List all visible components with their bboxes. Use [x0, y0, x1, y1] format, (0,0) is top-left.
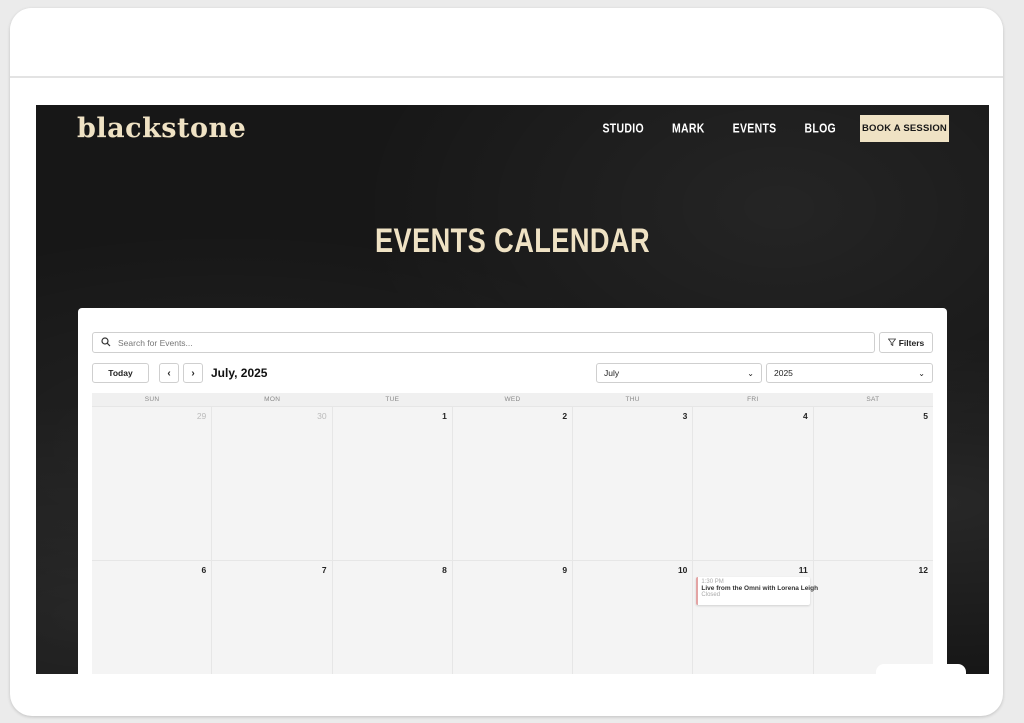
day-cell[interactable]: 10 [573, 560, 694, 674]
current-month-label: July, 2025 [211, 366, 268, 380]
nav-events[interactable]: EVENTS [733, 121, 777, 135]
weekday-mon: MON [264, 396, 281, 403]
year-select[interactable]: 2025 ⌄ [766, 363, 933, 383]
chevron-down-icon: ⌄ [918, 368, 925, 378]
day-number: 11 [798, 565, 808, 575]
day-number: 29 [196, 411, 207, 421]
day-number: 12 [918, 565, 928, 575]
weekday-header: SUN MON TUE WED THU FRI SAT [92, 393, 933, 406]
event-status: Closed [701, 592, 721, 598]
day-number: 9 [562, 565, 568, 575]
day-cell[interactable]: 8 [332, 560, 453, 674]
prev-month-button[interactable]: ‹ [159, 363, 179, 383]
nav-studio[interactable]: STUDIO [602, 121, 643, 135]
page-title: EVENTS CALENDAR [375, 222, 650, 260]
day-number: 3 [682, 411, 688, 421]
calendar-panel: Search for Events... Filters Today ‹ › J… [78, 308, 947, 674]
day-number: 2 [562, 411, 568, 421]
weekday-thu: THU [625, 396, 640, 403]
day-cell[interactable]: 11 1:30 PM Live from the Omni with Loren… [693, 560, 819, 674]
day-number: 8 [442, 565, 447, 575]
website: blackstone STUDIO MARK EVENTS BLOG BOOK … [36, 105, 989, 674]
day-number: 4 [802, 411, 808, 421]
year-select-value: 2025 [774, 368, 793, 378]
search-input[interactable]: Search for Events... [92, 332, 875, 353]
month-select-value: July [604, 368, 620, 378]
day-number: 7 [321, 565, 327, 575]
site-logo[interactable]: blackstone [77, 113, 246, 144]
calendar-week: 29 30 1 2 3 4 5 [92, 406, 933, 560]
search-placeholder: Search for Events... [118, 337, 193, 348]
frame-topbar [10, 8, 1003, 78]
main-nav: STUDIO MARK EVENTS BLOG BOOK A SESSION [574, 115, 949, 142]
event-title: Live from the Omni with Lorena Leigh [701, 585, 819, 592]
day-cell[interactable]: 5 [813, 406, 933, 560]
today-button[interactable]: Today [92, 363, 149, 383]
calendar-week: 6 7 8 9 10 11 1:30 PM Live from the Omni… [92, 560, 933, 674]
weekday-fri: FRI [747, 396, 759, 403]
day-number: 30 [317, 411, 327, 421]
weekday-wed: WED [504, 396, 521, 403]
book-session-button[interactable]: BOOK A SESSION [860, 115, 949, 142]
day-number: 10 [677, 565, 688, 575]
filter-icon [887, 338, 899, 348]
day-number: 5 [923, 411, 928, 421]
day-cell[interactable]: 3 [573, 406, 694, 560]
day-cell[interactable]: 29 [92, 406, 213, 560]
day-cell[interactable]: 4 [693, 406, 814, 560]
day-cell[interactable]: 30 [212, 406, 333, 560]
day-cell[interactable]: 7 [212, 560, 333, 674]
calendar-grid: SUN MON TUE WED THU FRI SAT 29 30 1 2 3 … [92, 393, 933, 674]
day-number: 1 [442, 411, 447, 421]
next-month-button[interactable]: › [183, 363, 203, 383]
day-cell[interactable]: 12 [813, 560, 933, 674]
nav-mark[interactable]: MARK [672, 121, 705, 135]
month-select[interactable]: July ⌄ [596, 363, 762, 383]
browser-frame: blackstone STUDIO MARK EVENTS BLOG BOOK … [10, 8, 1003, 716]
day-cell[interactable]: 2 [452, 406, 574, 560]
day-cell[interactable]: 6 [92, 560, 213, 674]
weekday-sun: SUN [144, 396, 160, 403]
filters-label: Filters [898, 337, 925, 348]
search-icon [101, 334, 111, 352]
weekday-tue: TUE [385, 396, 400, 403]
day-cell[interactable]: 9 [452, 560, 574, 674]
chat-widget-tab[interactable] [876, 664, 966, 674]
filters-button[interactable]: Filters [879, 332, 933, 353]
nav-blog[interactable]: BLOG [804, 121, 836, 135]
event-card[interactable]: 1:30 PM Live from the Omni with Lorena L… [696, 577, 819, 605]
weekday-sat: SAT [866, 396, 880, 403]
chevron-down-icon: ⌄ [747, 368, 754, 378]
day-number: 6 [201, 565, 207, 575]
day-cell[interactable]: 1 [332, 406, 453, 560]
